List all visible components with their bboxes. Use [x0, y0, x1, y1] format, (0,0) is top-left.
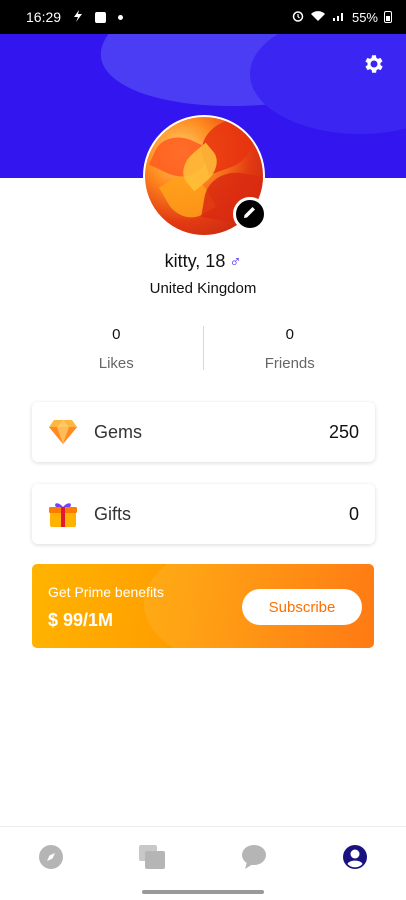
chat-icon[interactable] — [234, 837, 274, 877]
promo-title: Get Prime benefits — [48, 584, 164, 600]
diamond-icon — [48, 417, 78, 447]
home-indicator — [142, 890, 264, 894]
profile-stats: 0 Likes 0 Friends — [30, 326, 376, 374]
gifts-card[interactable]: Gifts 0 — [32, 484, 375, 544]
notification-check-icon — [95, 11, 107, 23]
gift-icon — [48, 499, 78, 529]
friends-count: 0 — [285, 326, 294, 343]
alarm-icon — [292, 10, 304, 25]
avatar-container — [143, 115, 267, 237]
gender-male-icon: ♂ — [229, 254, 242, 271]
settings-gear-icon[interactable] — [362, 52, 386, 76]
status-bar: 16:29 55% — [0, 0, 406, 34]
compass-icon[interactable] — [31, 837, 71, 877]
cards-icon[interactable] — [132, 837, 172, 877]
notification-dot-icon — [118, 14, 124, 20]
friends-label: Friends — [264, 355, 315, 372]
likes-label: Likes — [98, 355, 134, 372]
battery-percent: 55% — [351, 9, 378, 25]
gems-label: Gems — [94, 421, 143, 442]
edit-avatar-button[interactable] — [233, 197, 267, 231]
gifts-label: Gifts — [94, 503, 132, 524]
signal-bolt-icon — [73, 9, 83, 25]
profile-name-line: kitty, 18 ♂ — [0, 251, 406, 272]
likes-stat[interactable]: 0 Likes — [30, 326, 203, 374]
profile-icon[interactable] — [335, 837, 375, 877]
gems-card[interactable]: Gems 250 — [32, 402, 375, 462]
pencil-icon — [243, 205, 257, 224]
subscribe-button[interactable]: Subscribe — [242, 589, 362, 625]
bottom-navigation — [0, 826, 406, 886]
wifi-icon — [310, 10, 326, 25]
prime-promo-banner: Get Prime benefits $ 99/1M Subscribe — [32, 564, 374, 648]
battery-icon — [384, 11, 392, 23]
gifts-value: 0 — [348, 503, 359, 524]
profile-name-age: kitty, 18 — [164, 251, 226, 271]
likes-count: 0 — [112, 326, 121, 343]
status-time: 16:29 — [26, 9, 62, 25]
friends-stat[interactable]: 0 Friends — [204, 326, 377, 374]
profile-country: United Kingdom — [149, 280, 257, 297]
gems-value: 250 — [328, 421, 359, 442]
cell-signal-icon — [332, 10, 346, 25]
promo-price: $ 99/1M — [48, 610, 114, 630]
